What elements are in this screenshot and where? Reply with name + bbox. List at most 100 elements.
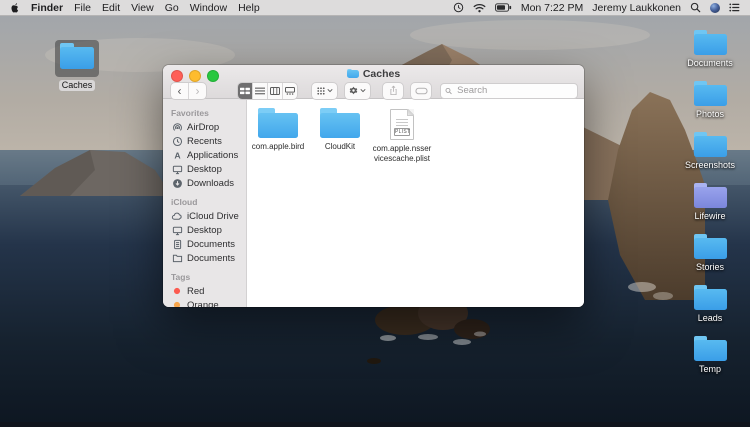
desktop-folder-label: Leads <box>698 313 723 323</box>
recents-icon <box>171 136 183 147</box>
view-switcher <box>237 82 298 100</box>
desktop-folder-leads[interactable]: Leads <box>694 285 727 336</box>
desktop-folder-label: Stories <box>696 262 724 272</box>
selection-highlight <box>55 40 99 77</box>
menu-app-name[interactable]: Finder <box>31 2 63 14</box>
menu-bar-status: Mon 7:22 PM Jeremy Laukkonen <box>453 2 740 14</box>
plist-file-icon: PLIST <box>390 109 414 140</box>
desktop-icon <box>171 225 183 236</box>
group-menu <box>311 82 338 100</box>
close-button[interactable] <box>171 70 183 82</box>
sidebar-item-airdrop[interactable]: AirDrop <box>171 120 246 134</box>
sidebar-item-label: Documents <box>187 239 235 250</box>
sidebar-item-label: Desktop <box>187 225 222 236</box>
menu-clock-text[interactable]: Mon 7:22 PM <box>521 2 583 14</box>
desktop-folder-photos[interactable]: Photos <box>694 81 727 132</box>
group-by-button[interactable] <box>312 83 337 99</box>
spotlight-search-icon[interactable] <box>690 2 701 13</box>
icloud-icon <box>171 211 183 221</box>
apple-menu[interactable] <box>10 2 20 14</box>
battery-icon[interactable] <box>495 3 512 12</box>
folder-icon <box>694 336 727 361</box>
desktop-folder-column: Documents Photos Screenshots Lifewire St… <box>678 30 742 387</box>
menu-window[interactable]: Window <box>190 2 227 14</box>
window-title: Caches <box>363 68 400 80</box>
sidebar-item-label: Documents <box>187 253 235 264</box>
action-menu <box>344 82 371 100</box>
desktop-folder-screenshots[interactable]: Screenshots <box>685 132 735 183</box>
notification-center-icon[interactable] <box>729 3 740 12</box>
desktop-icon-caches[interactable]: Caches <box>53 40 101 91</box>
share-button[interactable] <box>383 83 403 99</box>
search-input[interactable] <box>455 84 573 97</box>
file-browser-content[interactable]: com.apple.bird CloudKit PLIST com.apple.n… <box>247 99 584 307</box>
gallery-view-button[interactable] <box>282 83 297 99</box>
folder-icon <box>60 43 94 69</box>
sidebar-item-desktop[interactable]: Desktop <box>171 223 246 237</box>
file-item-com-apple-bird[interactable]: com.apple.bird <box>247 108 309 152</box>
menu-edit[interactable]: Edit <box>102 2 120 14</box>
file-item-cloudkit[interactable]: CloudKit <box>309 108 371 152</box>
edit-tags-button[interactable] <box>411 83 431 99</box>
sidebar-item-recents[interactable]: Recents <box>171 134 246 148</box>
menu-bar-left: Finder File Edit View Go Window Help <box>10 2 260 14</box>
tag-icon <box>415 87 428 95</box>
folder-icon <box>60 43 94 74</box>
svg-text:A: A <box>174 150 181 160</box>
desktop-folder-documents[interactable]: Documents <box>687 30 733 81</box>
menu-file[interactable]: File <box>74 2 91 14</box>
menu-go[interactable]: Go <box>165 2 179 14</box>
search-field[interactable] <box>440 83 578 99</box>
clock-icon[interactable] <box>453 2 464 13</box>
wifi-icon[interactable] <box>473 3 486 13</box>
sidebar-item-icloud-drive[interactable]: iCloud Drive <box>171 209 246 223</box>
siri-icon[interactable] <box>710 3 720 13</box>
sidebar-item-documents[interactable]: Documents <box>171 251 246 265</box>
file-item-label: CloudKit <box>325 142 355 152</box>
sidebar-item-label: iCloud Drive <box>187 211 239 222</box>
menu-view[interactable]: View <box>131 2 154 14</box>
forward-button[interactable]: › <box>188 83 206 99</box>
desktop-folder-temp[interactable]: Temp <box>694 336 727 387</box>
action-gear-button[interactable] <box>345 83 370 99</box>
minimize-button[interactable] <box>189 70 201 82</box>
sidebar-item-orange[interactable]: Orange <box>171 298 246 307</box>
window-body: Favorites AirDrop RecentsA Applications … <box>163 99 584 307</box>
sidebar-item-label: AirDrop <box>187 122 219 133</box>
tag-dot-icon <box>171 300 183 307</box>
folder-icon <box>694 30 727 55</box>
folder-icon <box>258 108 298 138</box>
folder-icon <box>694 183 727 208</box>
share-group <box>382 82 404 100</box>
desktop-folder-lifewire[interactable]: Lifewire <box>694 183 727 234</box>
sidebar-item-documents[interactable]: Documents <box>171 237 246 251</box>
menu-items: File Edit View Go Window Help <box>74 2 260 14</box>
sidebar-item-downloads[interactable]: Downloads <box>171 176 246 190</box>
window-header[interactable]: Caches ‹ › <box>163 65 584 99</box>
file-item-com-apple-nsservicescache-plist[interactable]: PLIST com.apple.nsservicescache.plist <box>371 108 433 163</box>
zoom-button[interactable] <box>207 70 219 82</box>
sidebar-item-applications[interactable]: A Applications <box>171 148 246 162</box>
menu-help[interactable]: Help <box>238 2 260 14</box>
sidebar-section-icloud: iCloud <box>171 197 246 207</box>
desktop-icon-label: Caches <box>59 80 96 91</box>
search-icon <box>445 87 452 95</box>
desktop-folder-label: Documents <box>687 58 733 68</box>
apple-logo-icon <box>10 2 20 14</box>
sidebar-item-label: Red <box>187 286 204 297</box>
list-view-button[interactable] <box>252 83 267 99</box>
folder-icon <box>171 253 183 263</box>
sidebar-item-label: Orange <box>187 300 219 308</box>
file-item-label: com.apple.nsservicescache.plist <box>372 144 432 163</box>
column-view-button[interactable] <box>267 83 282 99</box>
back-button[interactable]: ‹ <box>171 83 188 99</box>
chevron-down-icon <box>360 88 366 93</box>
desktop-folder-stories[interactable]: Stories <box>694 234 727 285</box>
gear-icon <box>349 86 358 95</box>
folder-icon <box>694 234 727 259</box>
icon-view-button[interactable] <box>238 83 252 99</box>
menu-user-name[interactable]: Jeremy Laukkonen <box>592 2 681 14</box>
sidebar-item-red[interactable]: Red <box>171 284 246 298</box>
sidebar-item-desktop[interactable]: Desktop <box>171 162 246 176</box>
sidebar-item-label: Desktop <box>187 164 222 175</box>
